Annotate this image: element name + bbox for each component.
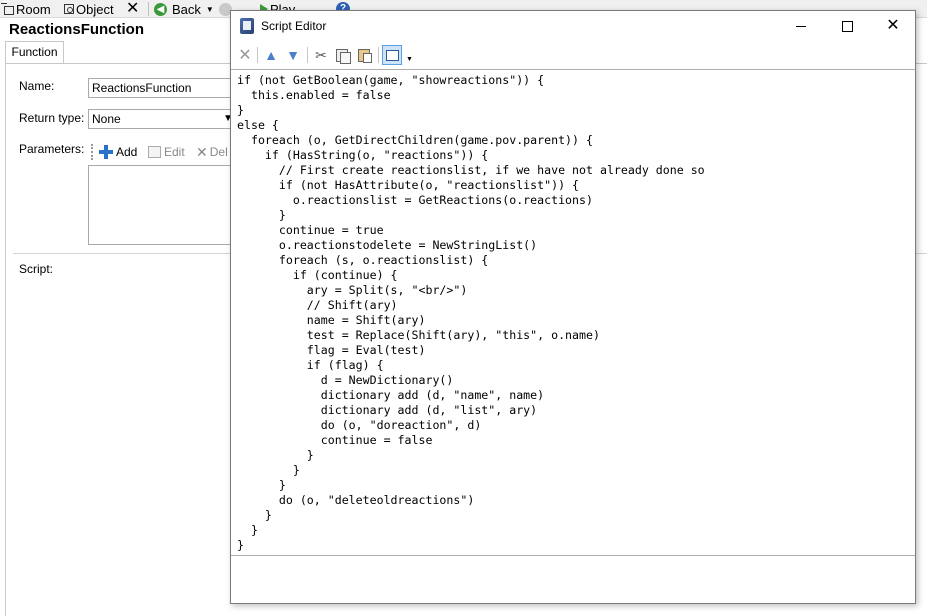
- edit-icon: [148, 146, 161, 158]
- minimize-button[interactable]: [778, 11, 824, 41]
- room-icon: [1, 3, 14, 15]
- cut-button[interactable]: ✂: [311, 45, 331, 65]
- close-icon: ✕: [886, 17, 900, 34]
- dialog-titlebar[interactable]: Script Editor ✕: [231, 11, 915, 41]
- room-button-label: Room: [16, 1, 51, 17]
- object-icon: [64, 4, 74, 14]
- close-button[interactable]: ✕: [870, 11, 916, 41]
- delete-parameter-button[interactable]: ✕ Del: [196, 143, 228, 161]
- object-button[interactable]: Object: [64, 0, 114, 18]
- back-button[interactable]: ◀ Back ▼: [154, 0, 214, 18]
- parameters-list[interactable]: [88, 165, 238, 245]
- delete-parameter-label: Del: [209, 145, 228, 159]
- toolbar-divider: [148, 2, 149, 16]
- code-view-icon: [385, 49, 399, 61]
- toolbar-divider: [307, 47, 308, 63]
- page-title: ReactionsFunction: [9, 21, 145, 38]
- app-icon: [240, 18, 254, 34]
- close-icon: ✕: [126, 0, 140, 17]
- toolbar-divider: [257, 47, 258, 63]
- add-parameter-button[interactable]: Add: [99, 143, 137, 161]
- delete-script-button[interactable]: ✕: [235, 45, 255, 65]
- edit-parameter-label: Edit: [164, 145, 185, 159]
- toolbar-divider: [378, 47, 379, 63]
- script-label: Script:: [19, 262, 54, 276]
- back-arrow-icon: ◀: [154, 2, 167, 16]
- move-up-button[interactable]: ▲: [261, 45, 281, 65]
- code-editor[interactable]: if (not GetBoolean(game, "showreactions"…: [231, 69, 915, 556]
- back-button-label: Back: [172, 1, 201, 17]
- room-button[interactable]: Room: [1, 0, 51, 18]
- toolbar-grip: [91, 144, 93, 160]
- object-button-label: Object: [76, 1, 114, 17]
- copy-icon: [336, 48, 351, 64]
- editor-toolbar: ✕ ▲ ▼ ✂ ▼: [231, 42, 915, 68]
- copy-button[interactable]: [332, 45, 352, 65]
- tab-function[interactable]: Function: [5, 41, 64, 64]
- paste-button[interactable]: [354, 45, 374, 65]
- move-down-button[interactable]: ▼: [283, 45, 303, 65]
- delete-element-button[interactable]: ✕: [122, 0, 145, 18]
- return-type-select[interactable]: None ▼: [88, 109, 238, 129]
- add-icon: [99, 145, 113, 159]
- arrow-up-icon: ▲: [264, 47, 278, 63]
- delete-icon: ✕: [238, 47, 252, 64]
- code-text[interactable]: if (not GetBoolean(game, "showreactions"…: [231, 70, 915, 553]
- chevron-down-icon[interactable]: ▼: [406, 56, 413, 63]
- arrow-down-icon: ▼: [286, 47, 300, 63]
- paste-icon: [358, 48, 372, 63]
- return-type-value: None: [92, 112, 121, 126]
- scissors-icon: ✂: [315, 46, 327, 63]
- edit-parameter-button[interactable]: Edit: [148, 143, 185, 161]
- code-view-button[interactable]: [382, 45, 402, 65]
- add-parameter-label: Add: [116, 145, 138, 159]
- maximize-button[interactable]: [824, 11, 870, 41]
- parameters-label: Parameters:: [19, 142, 85, 156]
- script-editor-dialog: Script Editor ✕ ✕ ▲ ▼ ✂ ▼ if (not GetBoo…: [230, 10, 916, 604]
- delete-icon: ✕: [196, 143, 208, 160]
- dialog-title: Script Editor: [261, 19, 327, 33]
- name-label: Name:: [19, 79, 55, 93]
- chevron-down-icon[interactable]: ▼: [206, 5, 214, 14]
- name-field[interactable]: ReactionsFunction: [88, 78, 238, 98]
- dialog-footer: [231, 556, 915, 603]
- return-type-label: Return type:: [19, 111, 85, 125]
